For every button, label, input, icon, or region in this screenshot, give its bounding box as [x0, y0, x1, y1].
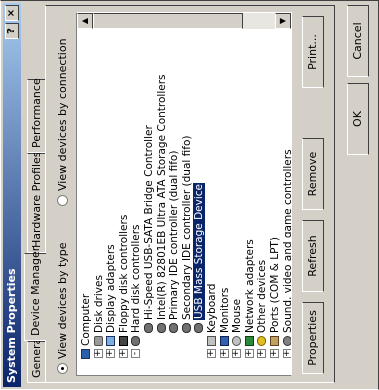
tree-item[interactable]: Intel(R) 82801EB Ultra ATA Storage Contr…	[156, 75, 168, 333]
tree-item-label: Ports (COM & LPT)	[269, 237, 281, 333]
tree-item-label: Sound, video and game controllers	[281, 149, 292, 333]
ide-controller-icon	[156, 323, 166, 333]
view-by-type-radio[interactable]: View devices by type	[56, 242, 69, 374]
tree-item[interactable]: + Floppy disk controllers	[117, 214, 130, 358]
ide-controller-icon	[194, 323, 204, 333]
tree-item[interactable]: USB Mass Storage Device	[193, 183, 206, 333]
properties-button[interactable]: Properties	[302, 302, 324, 374]
device-manager-panel: View devices by type View devices by con…	[45, 5, 335, 383]
scroll-up-arrow-icon[interactable]: ▲	[77, 13, 93, 29]
tree-item[interactable]: + Display adapters	[105, 244, 118, 358]
tree-item-label: Hi-Speed USB-SATA Bridge Controller	[143, 125, 155, 320]
scroll-thumb[interactable]	[93, 13, 243, 29]
help-button[interactable]: ?	[5, 23, 19, 39]
disk-drive-icon	[93, 336, 103, 346]
tab-hardware-profiles[interactable]: Hardware Profiles	[27, 151, 45, 253]
tree-item-label: Secondary IDE controller (dual fifo)	[180, 135, 193, 320]
tree-item-label: Display adapters	[105, 244, 118, 333]
tree-item-label: Primary IDE controller (dual fifo)	[168, 150, 181, 320]
tree-item[interactable]: + Other devices	[256, 259, 269, 358]
print-button[interactable]: Print...	[302, 16, 324, 88]
floppy-controller-icon	[118, 336, 128, 346]
tree-item-label: Intel(R) 82801EB Ultra ATA Storage Contr…	[155, 74, 168, 320]
tree-item-label: Monitors	[218, 287, 231, 333]
title-bar[interactable]: System Properties ? ×	[3, 3, 21, 387]
tree-item[interactable]: + Disk drives	[92, 275, 105, 358]
tab-device-manager[interactable]: Device Manager	[24, 247, 46, 341]
sound-controller-icon	[282, 336, 292, 346]
tree-item[interactable]: - Hard disk controllers	[130, 224, 143, 358]
expand-toggle-icon[interactable]: +	[269, 349, 279, 358]
monitor-icon	[219, 336, 229, 346]
window-title: System Properties	[5, 268, 18, 384]
expand-toggle-icon[interactable]: +	[244, 349, 254, 358]
display-adapter-icon	[106, 336, 116, 346]
view-by-connection-radio[interactable]: View devices by connection	[56, 38, 69, 206]
cancel-button[interactable]: Cancel	[347, 5, 369, 77]
system-properties-dialog: System Properties ? × General Device Man…	[0, 0, 379, 390]
ide-controller-icon	[144, 323, 153, 333]
mouse-icon	[232, 336, 242, 346]
ports-icon	[270, 336, 279, 346]
expand-toggle-icon[interactable]: +	[256, 349, 267, 358]
network-adapter-icon	[244, 336, 254, 346]
tree-item[interactable]: + Ports (COM & LPT)	[269, 237, 281, 358]
close-button[interactable]: ×	[5, 5, 19, 21]
tree-item-label: Floppy disk controllers	[117, 214, 130, 333]
tree-item[interactable]: + Network adapters	[243, 239, 256, 358]
expand-toggle-icon[interactable]: +	[206, 349, 216, 358]
tree-item-label: Hard disk controllers	[130, 224, 143, 334]
ide-controller-icon	[181, 323, 191, 333]
tree-item[interactable]: Secondary IDE controller (dual fifo)	[181, 136, 193, 333]
tab-general[interactable]: General	[27, 335, 45, 383]
tree-item-label: Disk drives	[92, 275, 105, 333]
view-by-type-label: View devices by type	[56, 242, 69, 359]
view-by-connection-label: View devices by connection	[56, 38, 69, 191]
collapse-toggle-icon[interactable]: -	[130, 349, 141, 358]
tree-item-label: Network adapters	[243, 239, 256, 333]
tree-item-label: Mouse	[231, 298, 244, 333]
tree-item[interactable]: Hi-Speed USB-SATA Bridge Controller	[143, 125, 155, 333]
scroll-down-arrow-icon[interactable]: ▼	[275, 13, 291, 29]
tree-item[interactable]: + Monitors	[218, 287, 231, 358]
expand-toggle-icon[interactable]: +	[282, 349, 292, 358]
radio-dot	[57, 195, 68, 206]
tree-item[interactable]: + Keyboard	[206, 283, 218, 358]
other-devices-icon	[257, 336, 267, 346]
keyboard-icon	[207, 336, 216, 346]
remove-button[interactable]: Remove	[302, 138, 324, 210]
expand-toggle-icon[interactable]: +	[231, 349, 242, 358]
computer-icon	[81, 349, 90, 359]
tree-item-label: USB Mass Storage Device	[193, 183, 206, 320]
tree-item[interactable]: + Mouse	[231, 298, 244, 358]
tree-item-label: Computer	[80, 293, 92, 346]
ide-controller-icon	[169, 323, 179, 333]
expand-toggle-icon[interactable]: +	[105, 349, 116, 358]
hard-disk-controller-icon	[131, 336, 141, 346]
refresh-button[interactable]: Refresh	[302, 220, 324, 292]
tree-item-label: Other devices	[256, 259, 269, 333]
tree-item-label: Keyboard	[206, 283, 218, 333]
expand-toggle-icon[interactable]: +	[219, 349, 229, 358]
tree-item[interactable]: Primary IDE controller (dual fifo)	[168, 151, 180, 333]
tree-item[interactable]: Computer	[80, 294, 92, 359]
ok-button[interactable]: OK	[347, 83, 369, 155]
vertical-scrollbar[interactable]: ▲ ▼	[77, 13, 291, 29]
expand-toggle-icon[interactable]: +	[118, 349, 128, 358]
device-tree[interactable]: Computer + Disk drives + Display adapters + Fl…	[76, 12, 292, 376]
radio-dot-selected	[57, 363, 68, 374]
tree-item[interactable]: + Sound, video and game controllers	[281, 149, 292, 358]
expand-toggle-icon[interactable]: +	[93, 349, 103, 358]
screenshot-frame: System Properties ? × General Device Man…	[0, 0, 379, 390]
tab-performance[interactable]: Performance	[27, 78, 45, 153]
